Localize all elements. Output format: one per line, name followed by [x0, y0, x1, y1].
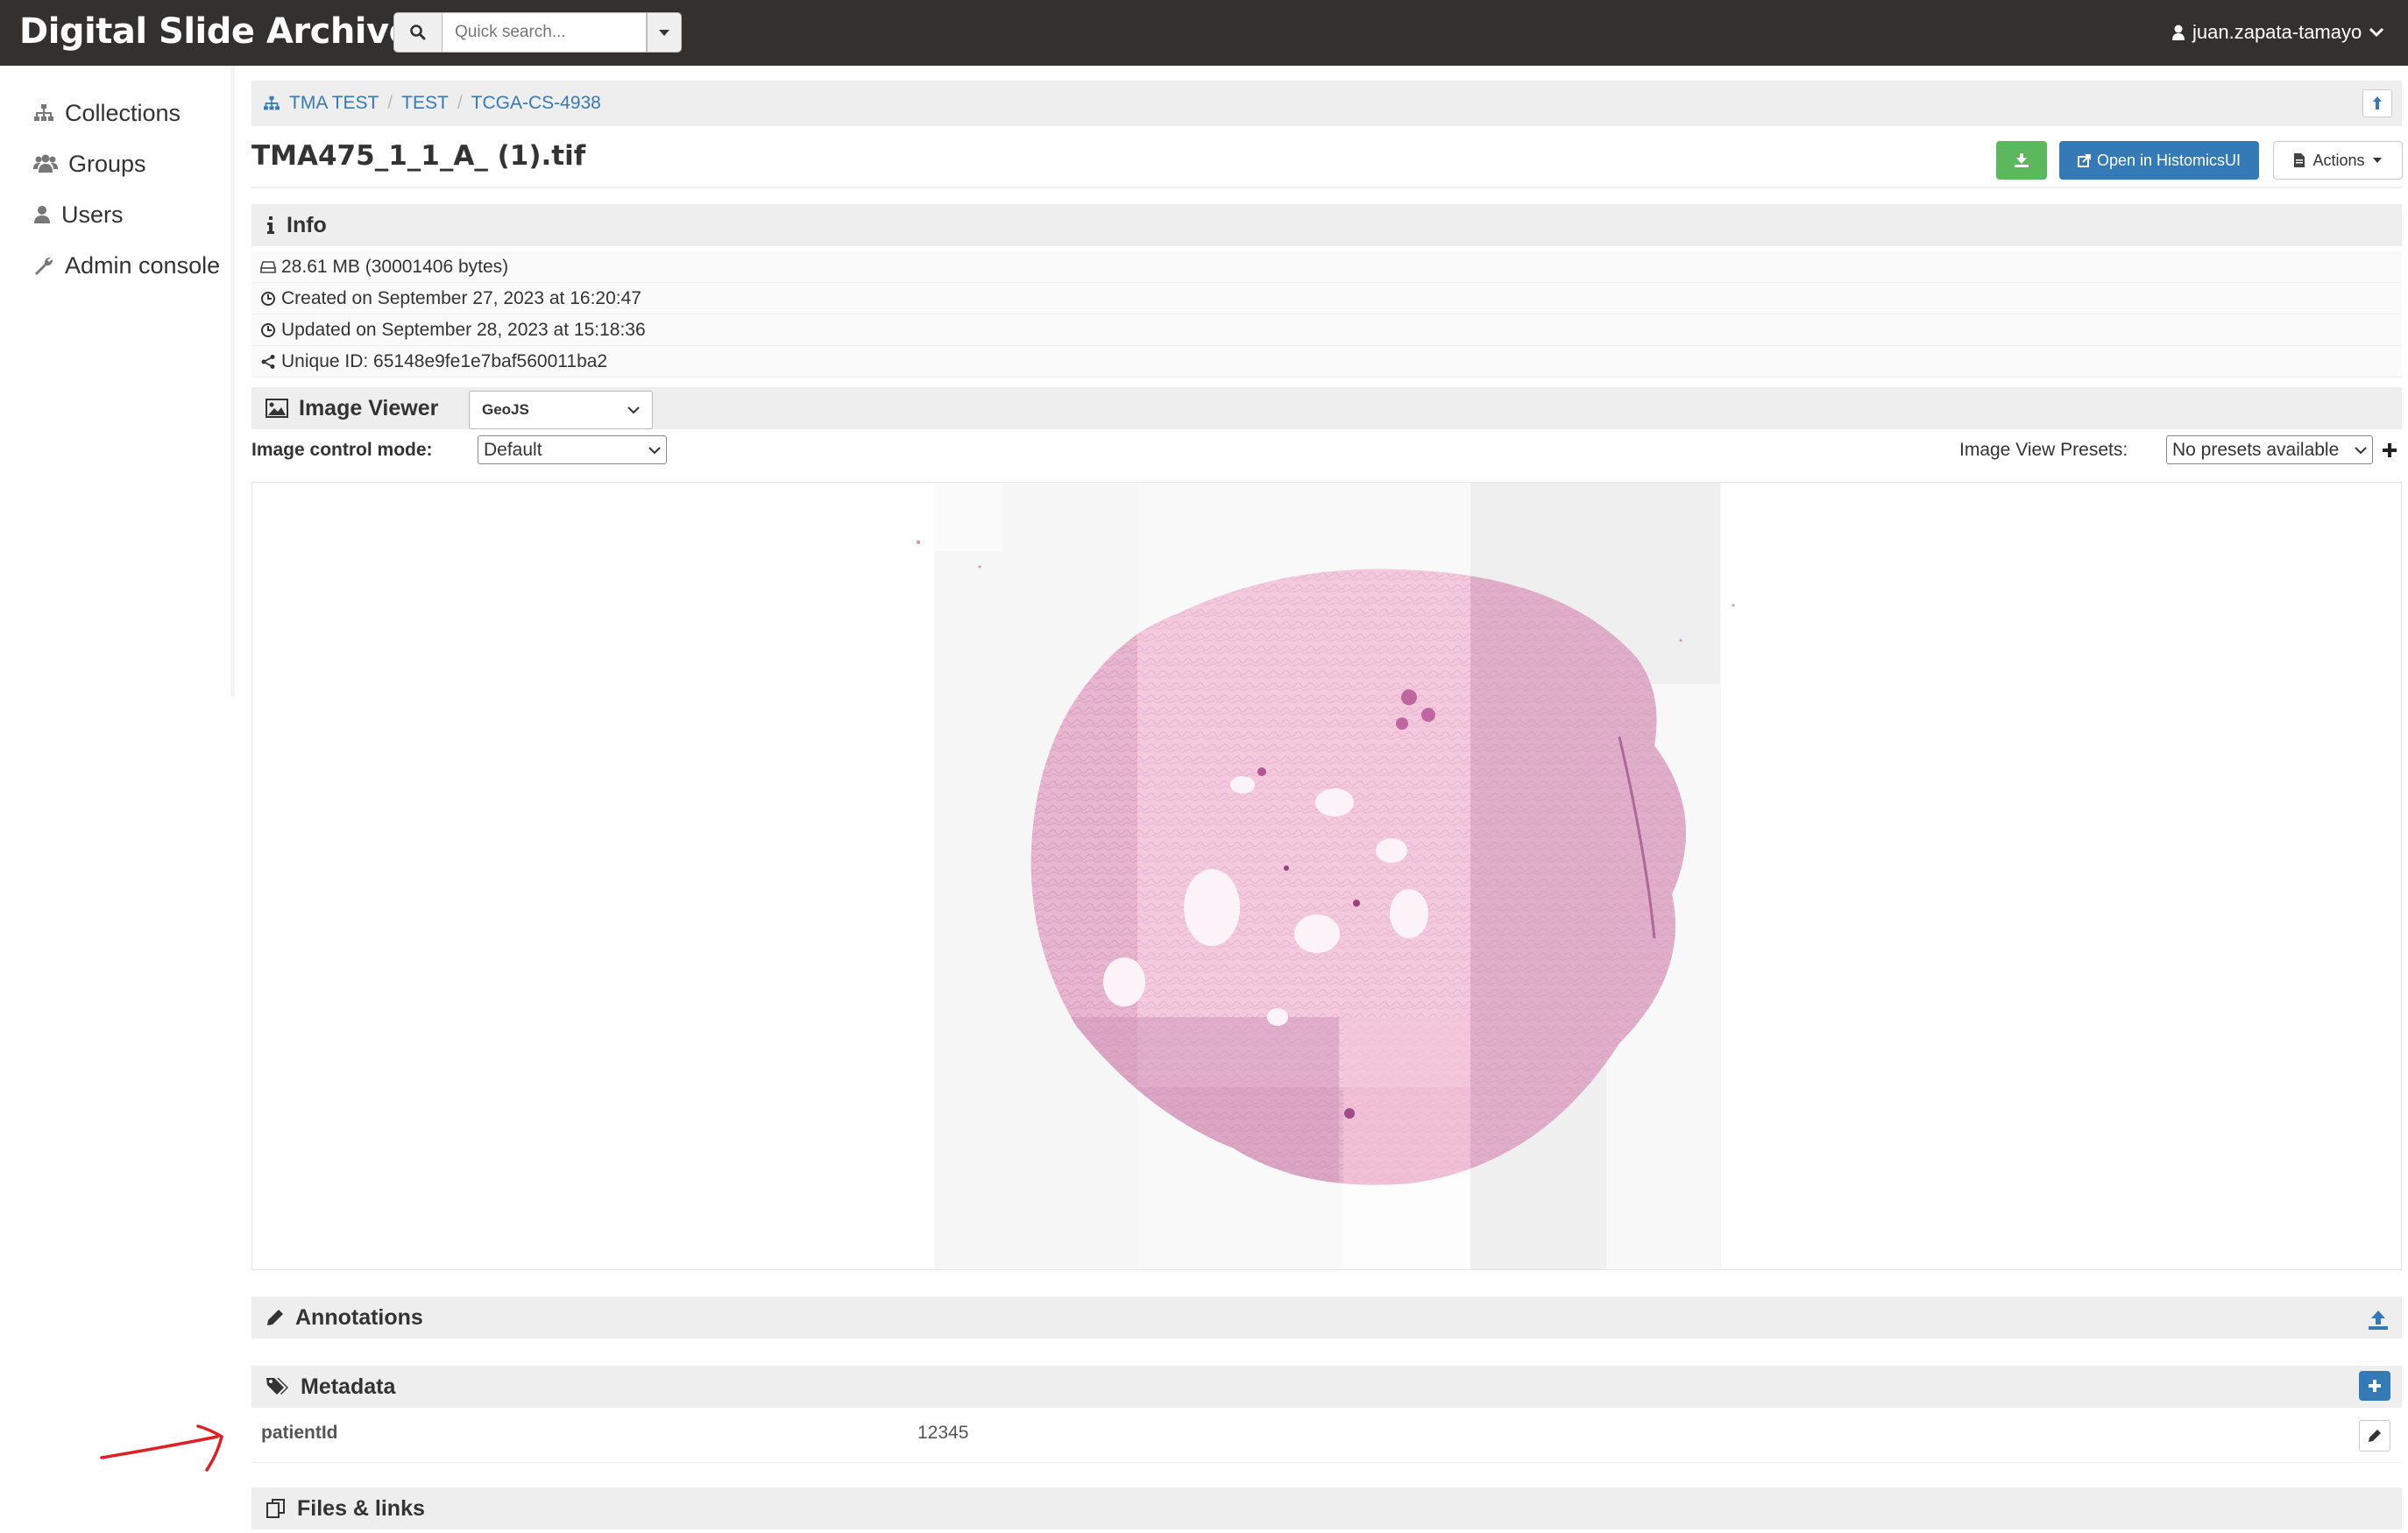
- user-name: juan.zapata-tamayo: [2192, 21, 2362, 43]
- files-links-heading: Files & links: [297, 1495, 425, 1521]
- sidebar-item-groups[interactable]: Groups: [33, 146, 146, 181]
- picture-icon: [266, 399, 288, 418]
- image-control-mode-label: Image control mode:: [251, 440, 433, 460]
- image-control-mode-select[interactable]: Default: [478, 435, 667, 464]
- metadata-key: patientId: [261, 1423, 338, 1443]
- sidebar-item-admin-console[interactable]: Admin console: [33, 248, 220, 283]
- chevron-down-icon: [648, 446, 661, 454]
- info-panel-header: Info: [251, 204, 2402, 246]
- plus-icon: [2369, 1380, 2381, 1392]
- image-view-presets-label: Image View Presets:: [1959, 440, 2128, 460]
- sidebar-item-label: Admin console: [65, 251, 221, 279]
- sidebar-item-users[interactable]: Users: [33, 197, 124, 232]
- pencil-icon: [2369, 1430, 2381, 1442]
- add-metadata-button[interactable]: [2359, 1371, 2390, 1401]
- external-link-icon: [2077, 154, 2091, 167]
- user-icon: [34, 206, 50, 223]
- title-divider: [251, 187, 2402, 188]
- user-menu[interactable]: juan.zapata-tamayo: [2171, 12, 2384, 53]
- metadata-row: [251, 1412, 2402, 1463]
- plus-icon: [2383, 443, 2397, 457]
- parent-folder-button[interactable]: [2362, 89, 2392, 117]
- info-icon: [267, 216, 274, 234]
- sidebar-item-label: Collections: [65, 99, 181, 126]
- metadata-heading: Metadata: [301, 1374, 396, 1399]
- sidebar-item-label: Groups: [68, 150, 146, 177]
- image-view-presets-value: No presets available: [2172, 439, 2340, 460]
- actions-label: Actions: [2312, 151, 2365, 169]
- edit-metadata-button[interactable]: [2359, 1420, 2390, 1452]
- sitemap-icon: [34, 104, 53, 121]
- chevron-down-icon: [2369, 27, 2384, 38]
- open-in-histomicsui-button[interactable]: Open in HistomicsUI: [2059, 141, 2259, 180]
- breadcrumb: TMA TEST / TEST / TCGA-CS-4938: [263, 81, 601, 126]
- file-icon: [2294, 153, 2305, 167]
- actions-dropdown-button[interactable]: Actions: [2273, 141, 2403, 180]
- breadcrumb-collection[interactable]: TMA TEST: [289, 93, 379, 114]
- info-size-row: 28.61 MB (30001406 bytes): [251, 251, 2402, 283]
- search-mode-dropdown[interactable]: [647, 12, 682, 53]
- caret-down-icon: [2372, 158, 2382, 163]
- files-links-panel-header: Files & links: [251, 1487, 2402, 1529]
- open-in-histomicsui-label: Open in HistomicsUI: [2096, 151, 2242, 169]
- clock-icon: [261, 291, 275, 306]
- sidebar-item-collections[interactable]: Collections: [33, 95, 181, 131]
- search-icon: [410, 25, 426, 40]
- tissue-core-image[interactable]: [252, 483, 2402, 1270]
- upload-icon: [2369, 1310, 2388, 1330]
- updated-date: Updated on September 28, 2023 at 15:18:3…: [281, 319, 646, 340]
- info-created-row: Created on September 27, 2023 at 16:20:4…: [251, 283, 2402, 314]
- sidebar-item-label: Users: [61, 201, 124, 228]
- image-viewer-heading: Image Viewer: [299, 395, 439, 420]
- chevron-down-icon: [2355, 446, 2367, 454]
- copy-icon: [266, 1499, 285, 1518]
- created-date: Created on September 27, 2023 at 16:20:4…: [281, 287, 641, 308]
- share-icon: [261, 354, 275, 369]
- image-viewer-select[interactable]: GeoJS: [469, 391, 653, 429]
- image-view-presets-select[interactable]: No presets available: [2166, 435, 2373, 464]
- breadcrumb-folder[interactable]: TEST: [401, 93, 449, 114]
- slide-image-viewer[interactable]: [251, 482, 2402, 1270]
- user-icon: [2172, 25, 2185, 40]
- clock-icon: [261, 322, 275, 337]
- item-title: TMA475_1_1_A_ (1).tif: [251, 140, 586, 172]
- search-button[interactable]: [393, 12, 443, 53]
- info-updated-row: Updated on September 28, 2023 at 15:18:3…: [251, 314, 2402, 346]
- chevron-down-icon: [627, 406, 640, 414]
- unique-id: Unique ID: 65148e9fe1e7baf560011ba2: [281, 350, 608, 371]
- caret-down-icon: [659, 30, 669, 36]
- annotations-heading: Annotations: [295, 1304, 423, 1330]
- wrench-icon: [35, 257, 53, 275]
- file-size: 28.61 MB (30001406 bytes): [281, 256, 509, 277]
- pencil-icon: [267, 1310, 283, 1325]
- image-control-mode-value: Default: [484, 439, 542, 460]
- annotations-panel-header: Annotations: [251, 1296, 2402, 1339]
- info-heading: Info: [287, 212, 327, 237]
- add-preset-button[interactable]: [2378, 435, 2401, 465]
- tags-icon: [266, 1378, 288, 1395]
- breadcrumb-subfolder[interactable]: TCGA-CS-4938: [471, 93, 601, 114]
- download-icon: [2015, 153, 2029, 167]
- breadcrumb-separator: /: [457, 93, 463, 113]
- hdd-icon: [260, 260, 276, 273]
- sidebar: Collections Groups Users Admin console: [0, 66, 235, 696]
- metadata-value: 12345: [917, 1423, 969, 1443]
- app-brand[interactable]: Digital Slide Archive: [19, 9, 413, 54]
- upload-annotation-button[interactable]: [2366, 1308, 2390, 1332]
- info-unique-id-row: Unique ID: 65148e9fe1e7baf560011ba2: [251, 346, 2402, 378]
- users-icon: [33, 154, 58, 173]
- level-up-icon: [2373, 96, 2382, 110]
- download-button[interactable]: [1996, 141, 2047, 180]
- breadcrumb-separator: /: [387, 93, 393, 113]
- quick-search-input[interactable]: [443, 12, 647, 53]
- red-arrow-annotation: [100, 1424, 224, 1472]
- image-viewer-selected: GeoJS: [482, 401, 529, 418]
- metadata-panel-header: Metadata: [251, 1366, 2402, 1408]
- sitemap-icon: [264, 95, 280, 110]
